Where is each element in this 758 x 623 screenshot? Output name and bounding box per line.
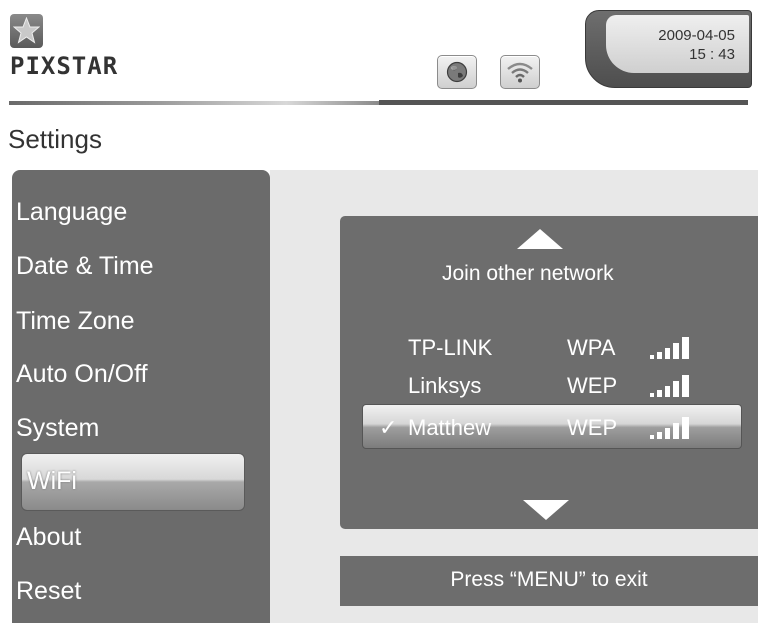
network-row-tp-link[interactable]: TP-LINK WPA — [0, 335, 758, 371]
sidebar-item-reset[interactable]: Reset — [16, 577, 81, 606]
datetime-panel: 2009-04-05 15 : 43 — [606, 15, 749, 73]
network-security: WEP — [567, 373, 618, 398]
network-name: Matthew — [408, 415, 492, 440]
network-security: WPA — [567, 335, 616, 360]
exit-hint-text: Press “MENU” to exit — [450, 568, 648, 591]
logo-text: PIXSTAR — [10, 52, 119, 80]
network-row-matthew[interactable]: ✓ Matthew WEP — [0, 415, 758, 451]
scroll-down-arrow-icon[interactable] — [523, 500, 569, 520]
sidebar-item-language[interactable]: Language — [16, 198, 127, 227]
page-title: Settings — [8, 124, 102, 154]
network-security: WEP — [567, 415, 618, 440]
connected-check-icon: ✓ — [379, 415, 398, 440]
datetime-display: 2009-04-05 15 : 43 — [585, 10, 752, 88]
header: PIXSTAR 2009-04-05 15 : 43 — [0, 0, 758, 110]
signal-strength-icon — [650, 417, 689, 439]
date-text: 2009-04-05 — [658, 27, 735, 44]
network-name: TP-LINK — [408, 335, 493, 360]
wifi-icon — [507, 62, 533, 83]
sidebar-item-wifi[interactable]: WiFi — [21, 453, 245, 511]
scroll-up-arrow-icon[interactable] — [517, 229, 563, 249]
exit-hint-bar: Press “MENU” to exit — [340, 556, 758, 606]
wifi-button[interactable] — [500, 55, 540, 89]
header-divider — [9, 100, 748, 107]
signal-strength-icon — [650, 337, 689, 359]
sidebar-item-label: WiFi — [27, 467, 77, 495]
signal-strength-icon — [650, 375, 689, 397]
time-text: 15 : 43 — [689, 46, 735, 63]
globe-button[interactable] — [437, 55, 477, 89]
globe-icon — [446, 61, 468, 83]
pixstar-logo: PIXSTAR — [10, 14, 180, 94]
network-name: Linksys — [408, 373, 482, 398]
star-icon — [10, 14, 43, 48]
sidebar-item-about[interactable]: About — [16, 523, 81, 552]
sidebar-item-date-time[interactable]: Date & Time — [16, 252, 154, 281]
sidebar-item-time-zone[interactable]: Time Zone — [16, 307, 135, 336]
join-other-network[interactable]: Join other network — [442, 262, 614, 286]
